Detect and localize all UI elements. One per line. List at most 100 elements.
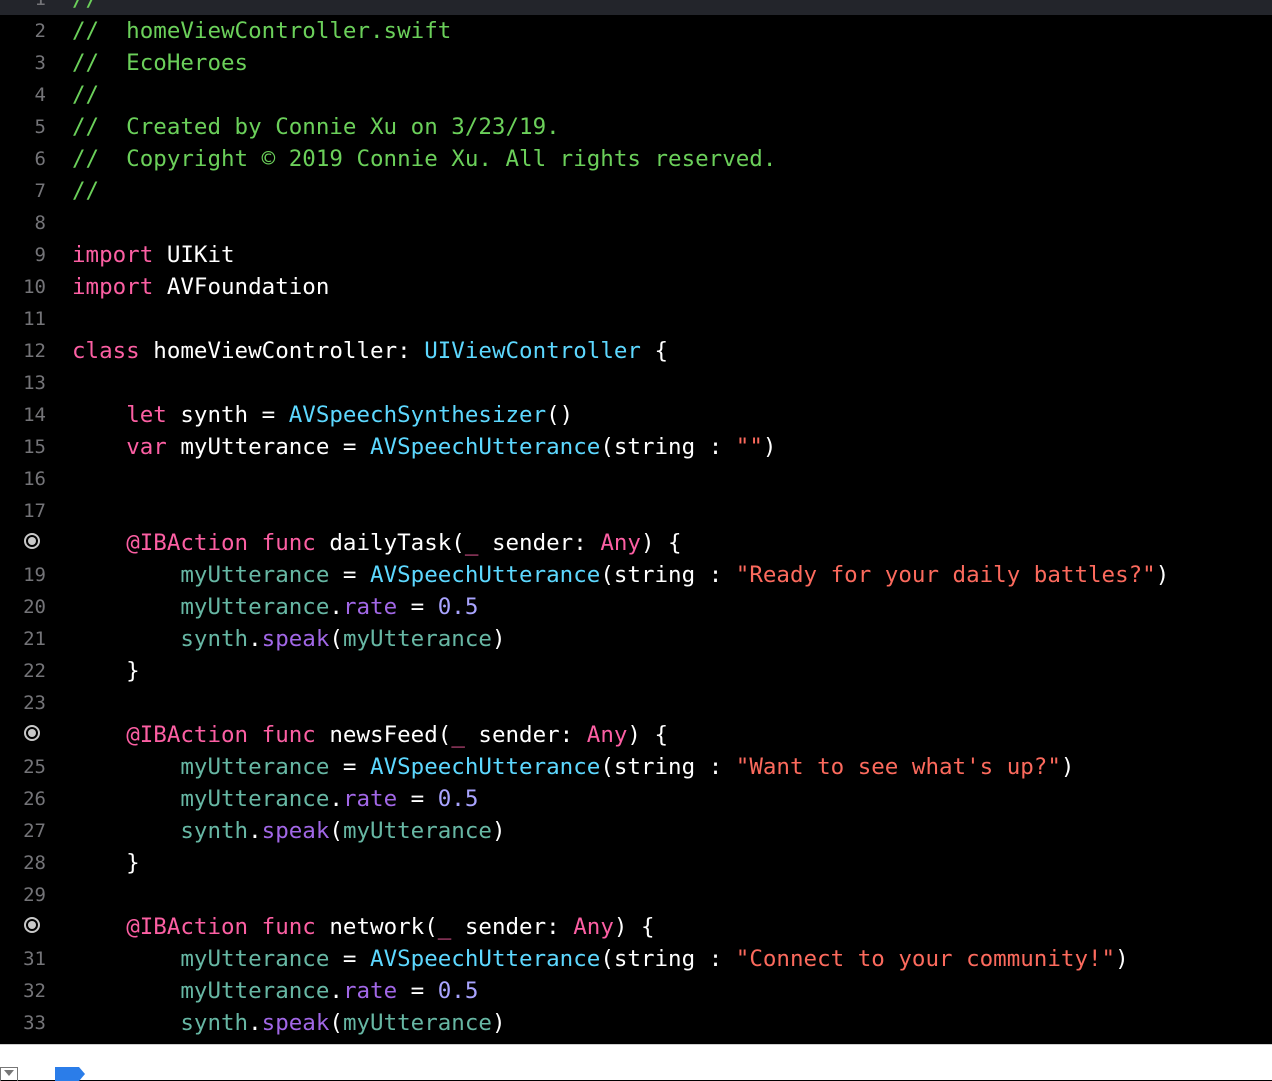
code-line[interactable]: 8 [0,207,1272,239]
code-text: myUtterance = AVSpeechUtterance(string :… [72,559,1169,591]
line-number: 16 [23,468,46,490]
code-line[interactable]: 29 [0,879,1272,911]
code-line[interactable]: 1 // [0,0,1272,15]
code-line[interactable]: 31 myUtterance = AVSpeechUtterance(strin… [0,943,1272,975]
code-token: "Connect to your community!" [735,946,1116,972]
code-token: sender: [451,914,574,940]
code-line[interactable]: 9 import UIKit [0,239,1272,271]
code-token: // [72,0,99,12]
code-line[interactable]: 22 } [0,655,1272,687]
code-token: @IBAction [126,530,249,556]
code-line[interactable]: 6 // Copyright © 2019 Connie Xu. All righ… [0,143,1272,175]
code-text: synth.speak(myUtterance) [72,623,505,655]
code-token: speak [261,1010,330,1036]
code-line[interactable]: 3 // EcoHeroes [0,47,1272,79]
code-text: var myUtterance = AVSpeechUtterance(stri… [72,431,776,463]
line-number: 32 [23,980,46,1002]
code-token: myUtterance [180,946,330,972]
line-number: 2 [34,20,46,42]
code-token: // [72,178,100,204]
code-token: import [72,242,154,268]
code-token: // Created by Connie Xu on 3/23/19. [72,114,560,140]
code-line[interactable]: 26 myUtterance.rate = 0.5 [0,783,1272,815]
code-text: // [72,0,99,15]
code-token: @IBAction [126,914,249,940]
ibaction-connection-icon[interactable] [24,533,40,549]
code-text: } [72,847,140,879]
code-line[interactable]: 27 synth.speak(myUtterance) [0,815,1272,847]
code-line[interactable]: @IBAction func network(_ sender: Any) { [0,911,1272,943]
code-token: UIViewController [424,338,641,364]
code-text: myUtterance.rate = 0.5 [72,975,478,1007]
code-line[interactable]: @IBAction func dailyTask(_ sender: Any) … [0,527,1272,559]
code-line[interactable]: 15 var myUtterance = AVSpeechUtterance(s… [0,431,1272,463]
ibaction-connection-icon[interactable] [24,725,40,741]
code-line[interactable]: 25 myUtterance = AVSpeechUtterance(strin… [0,751,1272,783]
code-text: import UIKit [72,239,235,271]
line-number: 8 [34,212,46,234]
code-line[interactable]: 21 synth.speak(myUtterance) [0,623,1272,655]
code-line[interactable]: 28 } [0,847,1272,879]
code-token: Any [600,530,641,556]
code-token: AVSpeechUtterance [370,754,601,780]
code-line[interactable]: 14 let synth = AVSpeechSynthesizer() [0,399,1272,431]
code-token: // homeViewController.swift [72,18,452,44]
code-line[interactable]: 12 class homeViewController: UIViewContro… [0,335,1272,367]
ibaction-connection-icon[interactable] [24,917,40,933]
code-line[interactable]: 16 [0,463,1272,495]
line-number: 17 [23,500,46,522]
code-token: UIKit [153,242,235,268]
breakpoint-icon[interactable] [55,1067,85,1081]
code-line[interactable]: @IBAction func newsFeed(_ sender: Any) { [0,719,1272,751]
code-token: . [248,818,262,844]
line-number: 33 [23,1012,46,1034]
code-token: AVSpeechSynthesizer [288,402,547,428]
line-number: 3 [34,52,46,74]
code-token: . [248,626,262,652]
line-number: 7 [34,180,46,202]
code-line[interactable]: 33 synth.speak(myUtterance) [0,1007,1272,1039]
code-line[interactable]: 4 // [0,79,1272,111]
code-line[interactable]: 19 myUtterance = AVSpeechUtterance(strin… [0,559,1272,591]
code-token: speak [261,818,330,844]
code-token: () [546,402,574,428]
code-line[interactable]: 10 import AVFoundation [0,271,1272,303]
code-token: { [640,338,669,364]
code-line[interactable]: 17 [0,495,1272,527]
code-line[interactable]: 32 myUtterance.rate = 0.5 [0,975,1272,1007]
code-token: ) [1115,946,1129,972]
code-token: AVSpeechUtterance [370,434,601,460]
code-token: ) { [613,914,655,940]
code-line[interactable]: 11 [0,303,1272,335]
code-line[interactable]: 20 myUtterance.rate = 0.5 [0,591,1272,623]
line-number: 6 [34,148,46,170]
code-line[interactable]: 2 // homeViewController.swift [0,15,1272,47]
code-token: network( [315,914,438,940]
filter-icon[interactable] [0,1067,18,1081]
code-token: = [397,786,438,812]
line-number: 4 [34,84,46,106]
line-number: 11 [23,308,46,330]
code-token: @IBAction [126,722,249,748]
code-line[interactable]: 23 [0,687,1272,719]
code-token: myUtterance [342,626,492,652]
code-token: myUtterance [180,754,330,780]
code-token: . [329,594,343,620]
code-line[interactable]: 13 [0,367,1272,399]
code-editor[interactable]: 1 // 2 // homeViewController.swift 3 // EcoHe… [0,0,1272,1044]
code-line[interactable]: 7 // [0,175,1272,207]
code-token: ) [1155,562,1170,588]
code-line[interactable]: 5 // Created by Connie Xu on 3/23/19. [0,111,1272,143]
code-token: func [261,530,316,556]
code-token: func [261,914,316,940]
code-token: ) [762,434,777,460]
line-number: 31 [23,948,46,970]
